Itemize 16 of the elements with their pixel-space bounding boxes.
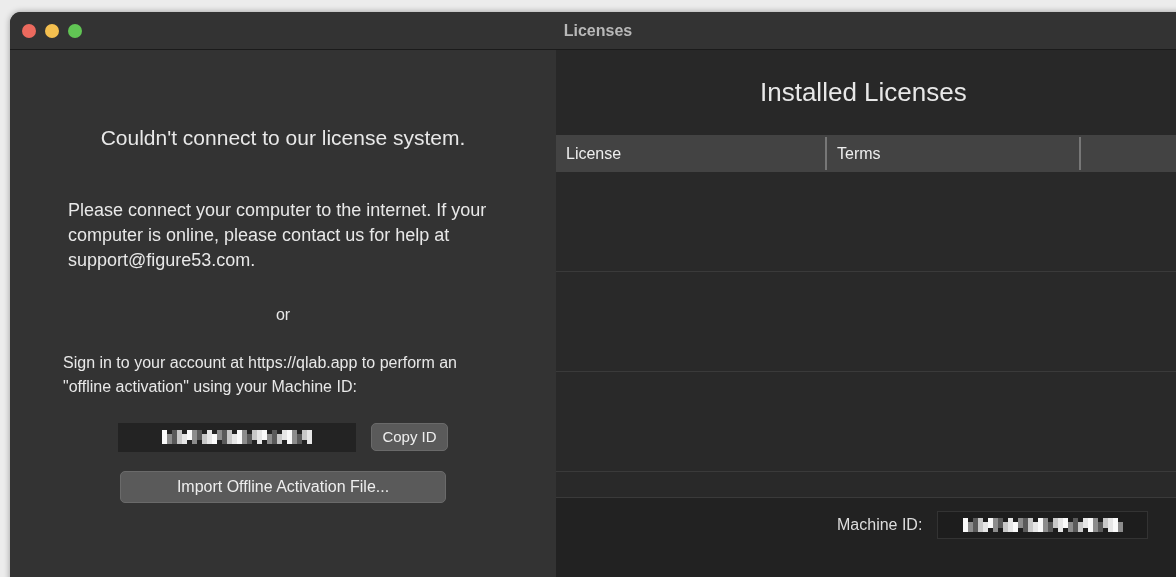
import-file-button[interactable]: Import Offline Activation File... bbox=[120, 470, 446, 503]
minimize-button[interactable] bbox=[45, 23, 59, 38]
machine-id-label: Machine ID: bbox=[837, 515, 923, 535]
error-heading: Couldn't connect to our license system. bbox=[100, 125, 466, 151]
machine-id-field[interactable] bbox=[937, 511, 1149, 539]
machine-id-field[interactable] bbox=[118, 422, 357, 452]
close-button[interactable] bbox=[22, 23, 36, 38]
instructions-text: Sign in to your account at https://qlab.app to perform an "offline activation" using your Machine ID: bbox=[63, 352, 458, 397]
zoom-button[interactable] bbox=[68, 23, 82, 38]
error-message: Please connect your computer to the internet. If your computer is online, please contact us for help at support@figure53.com. bbox=[68, 198, 488, 272]
column-header[interactable]: License bbox=[566, 141, 622, 166]
window-title: Licenses bbox=[563, 20, 633, 41]
column-header[interactable]: Terms bbox=[837, 141, 881, 166]
panel-title: Installed Licenses bbox=[760, 76, 967, 109]
copy-id-button[interactable]: Copy ID bbox=[371, 422, 448, 452]
separator-text: or bbox=[275, 304, 291, 325]
